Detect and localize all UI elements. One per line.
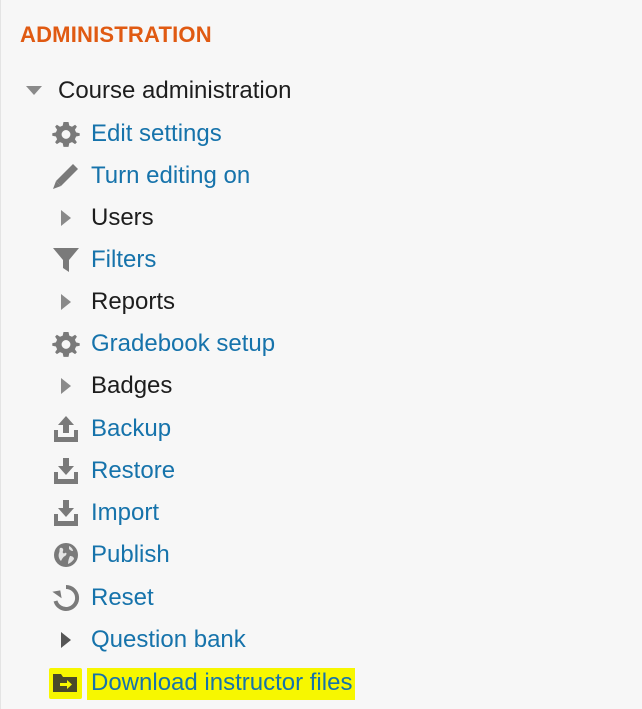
tree-node-course-administration[interactable]: Course administration [1,70,642,112]
administration-block: ADMINISTRATION Course administration Edi… [0,0,642,709]
tree-node-badges[interactable]: Badges [1,365,642,407]
import-link[interactable]: Import [91,498,159,528]
filter-icon [51,245,81,275]
tree-item-backup[interactable]: Backup [1,408,642,450]
folder-highlight [48,667,82,699]
tree-item-publish[interactable]: Publish [1,534,642,576]
pencil-icon [51,161,81,191]
caret-right-icon[interactable] [51,203,81,233]
tree-node-users[interactable]: Users [1,197,642,239]
download-icon [51,456,81,486]
download-instructor-files-link[interactable]: Download instructor files [87,668,356,700]
reports-label: Reports [91,288,176,315]
tree-item-edit-settings[interactable]: Edit settings [1,113,642,155]
tree-item-reset[interactable]: Reset [1,577,642,619]
publish-link[interactable]: Publish [91,540,170,570]
caret-right-icon[interactable] [51,625,81,655]
gear-icon [51,329,81,359]
users-label: Users [91,204,154,231]
refresh-icon [51,583,81,613]
reset-link[interactable]: Reset [91,583,154,613]
globe-icon [51,540,81,570]
tree-item-filters[interactable]: Filters [1,239,642,281]
filters-link[interactable]: Filters [91,245,156,275]
tree-item-import[interactable]: Import [1,492,642,534]
download-instructor-files-label[interactable]: Download instructor files [87,668,356,700]
download-icon [51,498,81,528]
turn-editing-on-link[interactable]: Turn editing on [91,161,250,191]
badges-label: Badges [91,372,173,399]
question-bank-link[interactable]: Question bank [91,625,246,655]
caret-right-icon[interactable] [51,371,81,401]
gear-icon [51,119,81,149]
course-administration-label: Course administration [58,77,292,104]
tree-node-question-bank[interactable]: Question bank [1,619,642,661]
tree-item-gradebook-setup[interactable]: Gradebook setup [1,323,642,365]
restore-link[interactable]: Restore [91,456,175,486]
tree-item-restore[interactable]: Restore [1,450,642,492]
tree-item-download-instructor-files[interactable]: Download instructor files [1,662,642,704]
tree-item-turn-editing-on[interactable]: Turn editing on [1,155,642,197]
folder-arrow-icon [48,667,82,699]
edit-settings-link[interactable]: Edit settings [91,119,222,149]
caret-right-icon[interactable] [51,287,81,317]
upload-icon [51,414,81,444]
gradebook-setup-link[interactable]: Gradebook setup [91,329,275,359]
tree-node-reports[interactable]: Reports [1,281,642,323]
block-title: ADMINISTRATION [20,22,212,47]
caret-down-icon[interactable] [19,76,49,106]
backup-link[interactable]: Backup [91,414,171,444]
